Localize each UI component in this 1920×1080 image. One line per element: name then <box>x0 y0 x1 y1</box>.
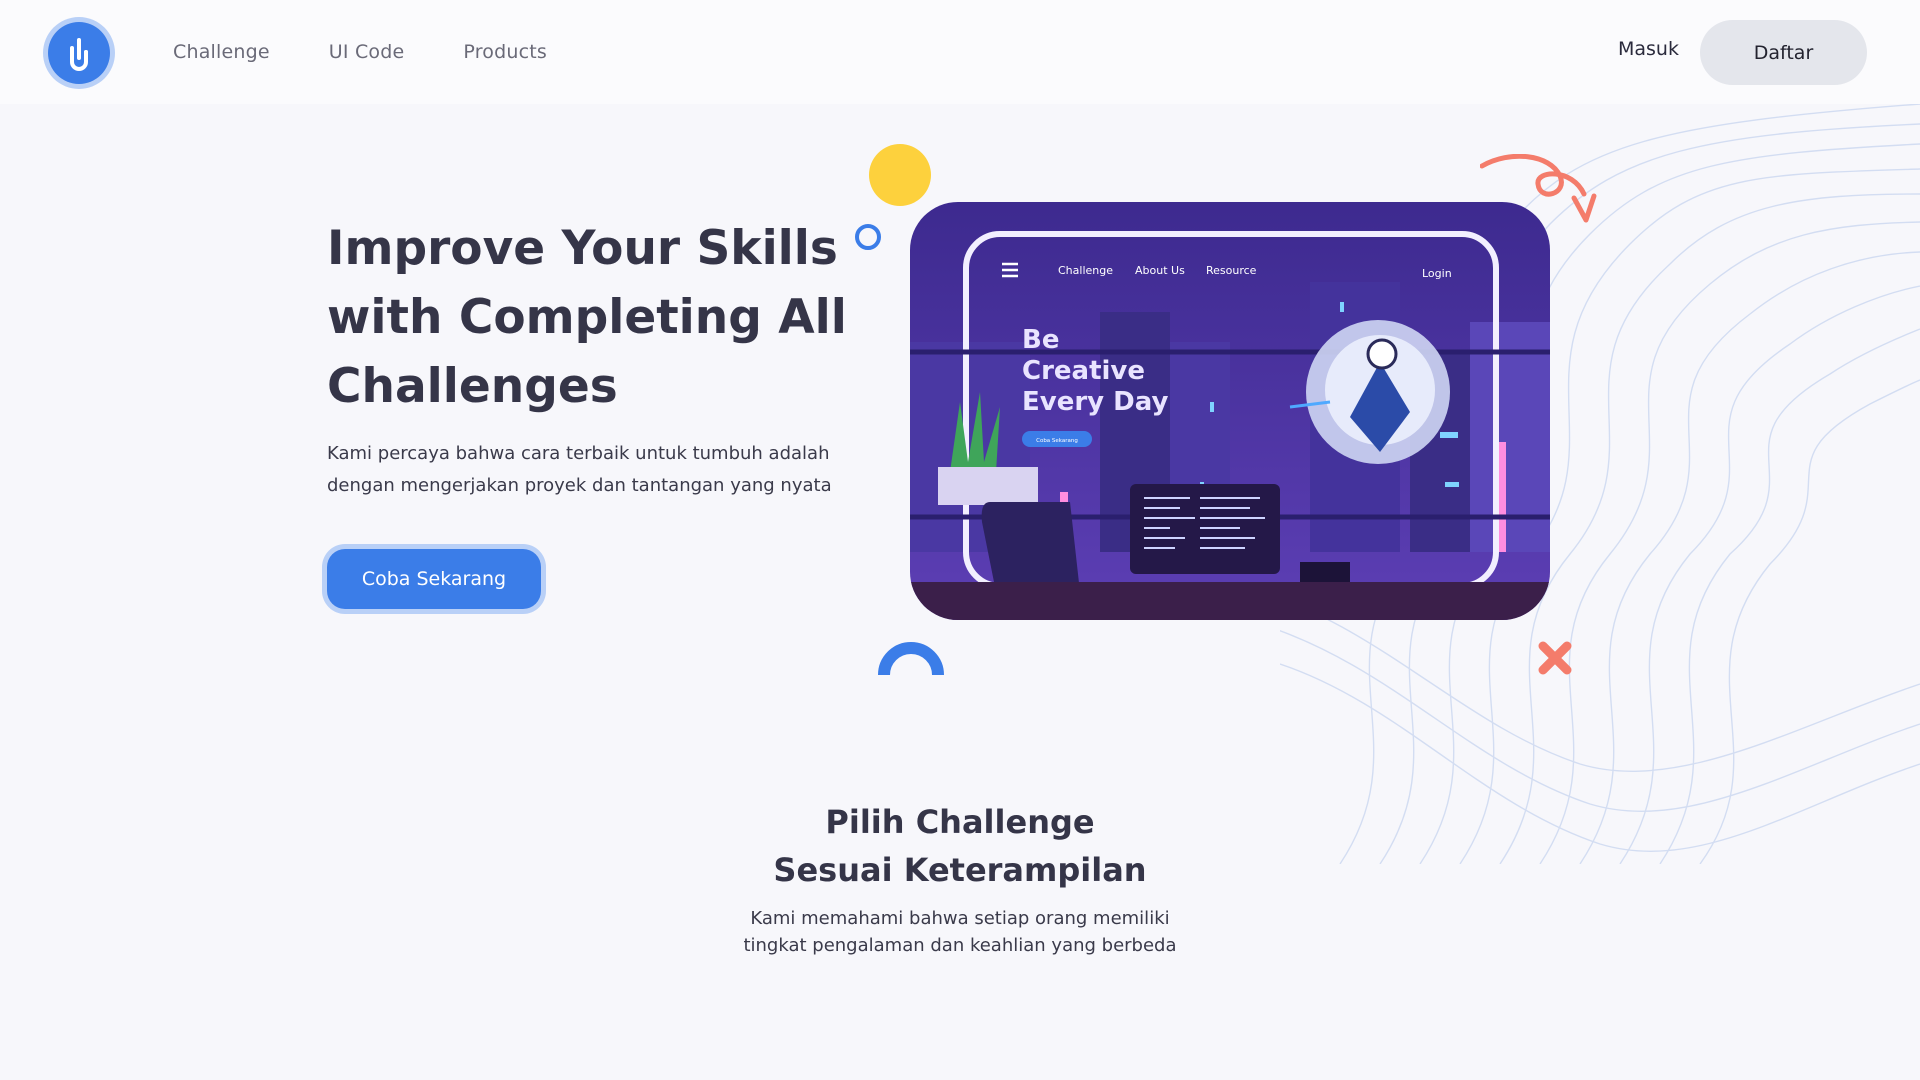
login-link[interactable]: Masuk <box>1618 38 1679 60</box>
top-navbar: Challenge UI Code Products Masuk Daftar <box>0 0 1920 104</box>
close-x-icon <box>1538 641 1572 675</box>
hero-illustration: Challenge About Us Resource Login Be Cre… <box>910 202 1550 620</box>
hero-title-line: Challenges <box>327 359 618 414</box>
main-nav: Challenge UI Code Products <box>173 0 606 104</box>
nav-link-products[interactable]: Products <box>463 41 547 63</box>
arch-icon <box>878 642 944 675</box>
section-subtitle-line: tingkat pengalaman dan keahlian yang ber… <box>743 935 1177 956</box>
yellow-circle-icon <box>869 144 931 206</box>
illustration-button: Coba Sekarang <box>1036 438 1078 444</box>
section-subtitle: Kami memahami bahwa setiap orang memilik… <box>660 905 1260 959</box>
nav-link-challenge[interactable]: Challenge <box>173 41 270 63</box>
hero-title-line: with Completing All <box>327 290 847 345</box>
try-now-button[interactable]: Coba Sekarang <box>327 549 541 609</box>
illustration-nav-item: Challenge <box>1058 264 1113 277</box>
section-subtitle-line: Kami memahami bahwa setiap orang memilik… <box>750 908 1170 929</box>
section-title-line: Sesuai Keterampilan <box>773 851 1147 889</box>
register-button[interactable]: Daftar <box>1700 20 1867 85</box>
section-title-line: Pilih Challenge <box>825 803 1095 841</box>
nav-link-ui-code[interactable]: UI Code <box>329 41 405 63</box>
hero-subtitle-line: dengan mengerjakan proyek dan tantangan … <box>327 475 832 496</box>
illustration-headline: Every Day <box>1022 387 1168 417</box>
hero-title-line: Improve Your Skills <box>327 221 838 276</box>
illustration-headline: Creative <box>1022 356 1145 386</box>
ring-icon <box>855 224 881 250</box>
illustration-nav-item: Resource <box>1206 264 1257 277</box>
illustration-nav-item: About Us <box>1135 264 1185 277</box>
illustration-headline: Be <box>1022 325 1059 355</box>
hero-title: Improve Your Skills with Completing All … <box>327 214 887 421</box>
hero-subtitle-line: Kami percaya bahwa cara terbaik untuk tu… <box>327 443 830 464</box>
illustration-login: Login <box>1422 267 1452 280</box>
logo[interactable] <box>48 22 110 84</box>
section-title: Pilih Challenge Sesuai Keterampilan <box>660 798 1260 894</box>
hand-pointer-icon <box>70 38 88 71</box>
hero-subtitle: Kami percaya bahwa cara terbaik untuk tu… <box>327 438 867 502</box>
